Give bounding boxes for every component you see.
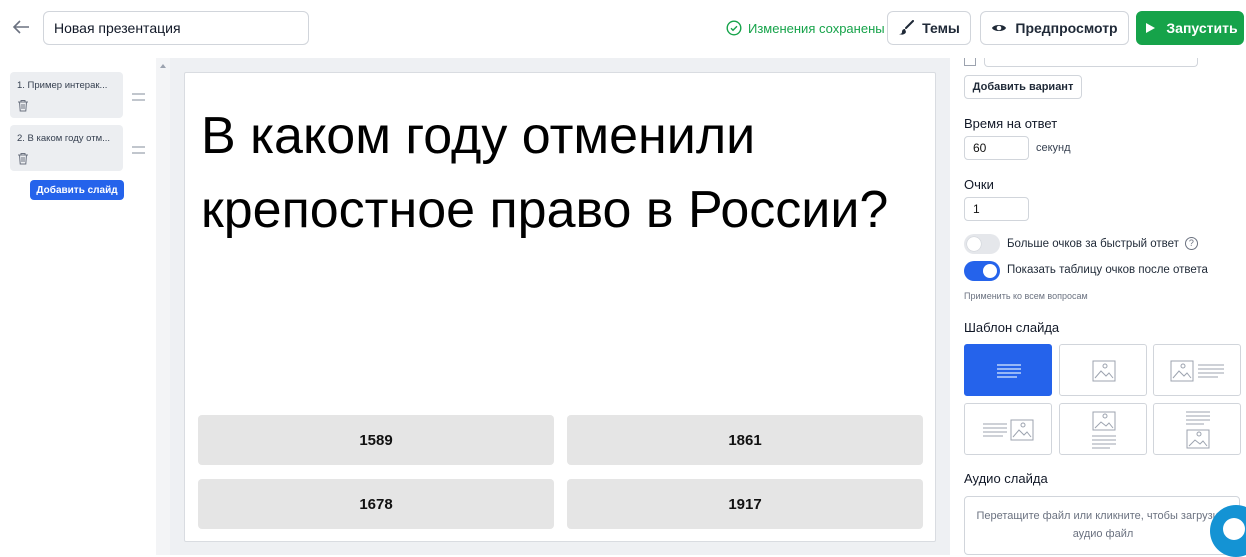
slide-thumb-label: 2. В каком году отм... bbox=[17, 133, 111, 144]
correct-checkbox[interactable] bbox=[964, 58, 976, 66]
show-scores-row: Показать таблицу очков после ответа bbox=[1007, 264, 1208, 276]
save-status: Изменения сохранены bbox=[726, 19, 885, 37]
drag-handle-icon[interactable] bbox=[132, 146, 145, 154]
scroll-up-icon[interactable] bbox=[160, 64, 166, 68]
toggle-knob bbox=[983, 264, 997, 278]
fast-answer-label: Больше очков за быстрый ответ bbox=[1007, 237, 1179, 250]
fast-answer-row: Больше очков за быстрый ответ ? bbox=[1007, 237, 1198, 250]
slides-scrollbar[interactable] bbox=[156, 58, 170, 555]
audio-label: Аудио слайда bbox=[964, 471, 1048, 486]
add-slide-button[interactable]: Добавить слайд bbox=[30, 180, 124, 200]
template-image-top[interactable] bbox=[1059, 403, 1147, 455]
presentation-title-input[interactable]: Новая презентация bbox=[43, 11, 309, 45]
apply-all-link[interactable]: Применить ко всем вопросам bbox=[964, 291, 1088, 301]
variant-input[interactable] bbox=[984, 58, 1198, 67]
points-input[interactable]: 1 bbox=[964, 197, 1029, 221]
brush-icon bbox=[899, 20, 915, 35]
show-scores-toggle[interactable] bbox=[964, 261, 1000, 281]
answer-option[interactable]: 1917 bbox=[567, 479, 923, 529]
trash-icon[interactable] bbox=[17, 99, 29, 112]
points-label: Очки bbox=[964, 177, 994, 192]
time-input[interactable]: 60 bbox=[964, 136, 1029, 160]
template-text-only[interactable] bbox=[964, 344, 1052, 396]
image-above-text-icon bbox=[1092, 411, 1116, 449]
launch-label: Запустить bbox=[1166, 20, 1238, 36]
add-variant-button[interactable]: Добавить вариант bbox=[964, 75, 1082, 99]
answer-option[interactable]: 1861 bbox=[567, 415, 923, 465]
show-scores-label: Показать таблицу очков после ответа bbox=[1007, 264, 1208, 276]
answer-option[interactable]: 1589 bbox=[198, 415, 554, 465]
time-unit: секунд bbox=[1036, 142, 1071, 154]
time-label: Время на ответ bbox=[964, 116, 1058, 131]
drag-handle-icon[interactable] bbox=[132, 93, 145, 101]
help-icon[interactable]: ? bbox=[1184, 237, 1198, 250]
play-icon bbox=[1146, 23, 1156, 33]
eye-icon bbox=[992, 25, 1007, 31]
launch-button[interactable]: Запустить bbox=[1136, 11, 1244, 45]
text-image-icon bbox=[983, 419, 1034, 441]
image-icon bbox=[1092, 360, 1116, 382]
text-above-image-icon bbox=[1186, 411, 1210, 449]
answer-option[interactable]: 1678 bbox=[198, 479, 554, 529]
trash-icon[interactable] bbox=[17, 152, 29, 165]
slide-thumb-label: 1. Пример интерак... bbox=[17, 80, 108, 91]
question-text[interactable]: В каком году отменили крепостное право в… bbox=[201, 99, 931, 247]
arrow-left-icon[interactable] bbox=[10, 16, 32, 38]
preview-button[interactable]: Предпросмотр bbox=[980, 11, 1129, 45]
slide-preview[interactable]: В каком году отменили крепостное право в… bbox=[184, 72, 936, 542]
themes-label: Темы bbox=[922, 20, 960, 36]
template-label: Шаблон слайда bbox=[964, 320, 1060, 335]
slide-thumb-1[interactable]: 1. Пример интерак... bbox=[10, 72, 123, 118]
fast-answer-toggle[interactable] bbox=[964, 234, 1000, 254]
template-image-bottom[interactable] bbox=[1153, 403, 1241, 455]
themes-button[interactable]: Темы bbox=[887, 11, 971, 45]
toggle-knob bbox=[967, 237, 981, 251]
template-image-left[interactable] bbox=[1153, 344, 1241, 396]
image-text-icon bbox=[1170, 360, 1224, 382]
preview-label: Предпросмотр bbox=[1015, 20, 1118, 36]
template-image-right[interactable] bbox=[964, 403, 1052, 455]
audio-dropzone[interactable]: Перетащите файл или кликните, чтобы загр… bbox=[964, 496, 1240, 555]
check-circle-icon bbox=[726, 20, 742, 36]
text-lines-icon bbox=[997, 364, 1021, 378]
template-image-only[interactable] bbox=[1059, 344, 1147, 396]
chat-bubble-icon bbox=[1223, 518, 1245, 540]
save-status-text: Изменения сохранены bbox=[748, 20, 885, 36]
slide-thumb-2[interactable]: 2. В каком году отм... bbox=[10, 125, 123, 171]
audio-dropzone-text: Перетащите файл или кликните, чтобы загр… bbox=[976, 510, 1230, 540]
